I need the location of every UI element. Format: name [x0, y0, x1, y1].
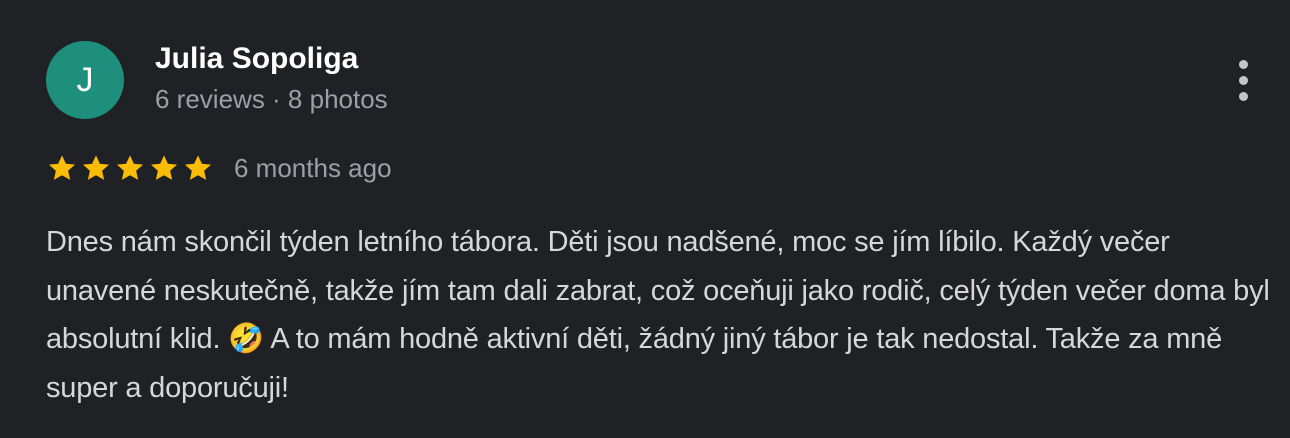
avatar[interactable]: J: [46, 41, 124, 119]
star-icon: [116, 155, 144, 180]
review-text: Dnes nám skončil týden letního tábora. D…: [46, 226, 1270, 404]
star-icon: [48, 155, 76, 180]
avatar-letter: J: [76, 61, 94, 99]
author-name[interactable]: Julia Sopoliga: [155, 41, 358, 77]
rating-row: 6 months ago: [46, 148, 392, 188]
review-card: J Julia Sopoliga 6 reviews · 8 photos 6 …: [0, 0, 1290, 438]
star-icon: [82, 155, 110, 180]
more-vert-icon-dot: [1238, 75, 1248, 85]
star-icon: [150, 155, 178, 180]
star-icon: [184, 155, 212, 180]
review-date: 6 months ago: [234, 153, 392, 183]
more-vert-icon-dot: [1238, 91, 1248, 101]
more-vert-icon: [1238, 59, 1248, 69]
author-meta: 6 reviews · 8 photos: [155, 84, 388, 114]
more-options-button[interactable]: [1222, 54, 1264, 106]
star-rating: [46, 152, 214, 184]
